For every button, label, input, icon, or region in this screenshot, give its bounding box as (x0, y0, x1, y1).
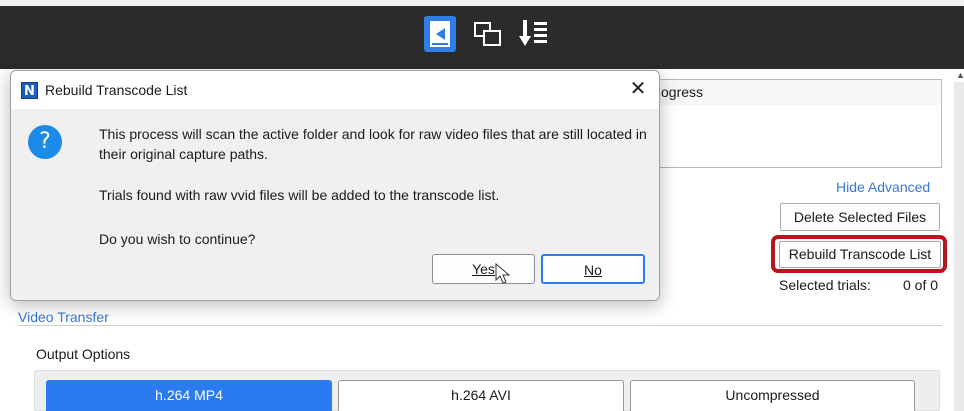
selected-trials-value: 0 of 0 (903, 277, 939, 293)
no-button-label: No (584, 262, 602, 278)
rebuild-transcode-list-button[interactable]: Rebuild Transcode List (779, 241, 941, 268)
delete-selected-files-button[interactable]: Delete Selected Files (780, 203, 940, 231)
app-logo-icon: N (21, 82, 38, 99)
dialog-titlebar: N Rebuild Transcode List ✕ (11, 71, 659, 109)
no-button[interactable]: No (541, 254, 645, 284)
yes-button-label: Yes (472, 261, 495, 277)
section-divider (18, 325, 942, 326)
hide-advanced-link[interactable]: Hide Advanced (836, 179, 930, 195)
scroll-up-icon[interactable]: ▲ (956, 70, 964, 80)
output-option-h264-avi[interactable]: h.264 AVI (338, 380, 624, 411)
dialog-body: ? This process will scan the active fold… (11, 109, 659, 259)
rebuild-transcode-dialog: N Rebuild Transcode List ✕ ? This proces… (10, 70, 660, 301)
progress-panel (648, 105, 942, 168)
video-transfer-section-title[interactable]: Video Transfer (18, 309, 109, 325)
windows-icon[interactable] (472, 16, 504, 52)
dialog-title: Rebuild Transcode List (45, 82, 188, 98)
output-option-h264-mp4[interactable]: h.264 MP4 (46, 380, 332, 411)
progress-column-header: ogress (648, 79, 942, 106)
yes-button[interactable]: Yes (432, 254, 535, 284)
selected-trials-label: Selected trials: (779, 277, 871, 293)
question-icon: ? (28, 125, 62, 159)
close-icon[interactable]: ✕ (625, 77, 651, 103)
dialog-message-trials: Trials found with raw vvid files will be… (99, 187, 500, 203)
scrollbar[interactable] (954, 82, 964, 411)
top-toolbar (0, 0, 964, 69)
output-options-label: Output Options (36, 346, 131, 362)
top-strip (0, 0, 964, 6)
dialog-message-continue: Do you wish to continue? (99, 231, 256, 247)
output-option-uncompressed[interactable]: Uncompressed (630, 380, 915, 411)
mouse-cursor-icon (495, 263, 511, 284)
dialog-message-scan: This process will scan the active folder… (99, 126, 647, 162)
download-list-icon[interactable] (518, 16, 550, 52)
back-arrow-icon[interactable] (424, 16, 456, 52)
